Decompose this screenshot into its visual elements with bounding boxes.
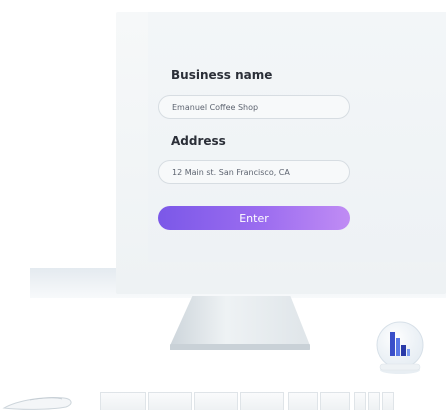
mouse-icon [2, 397, 72, 410]
address-field[interactable]: 12 Main st. San Francisco, CA [158, 160, 350, 184]
monitor-stand-base [170, 344, 310, 350]
business-name-field[interactable]: Emanuel Coffee Shop [158, 95, 350, 119]
desktop-scene: Business name Emanuel Coffee Shop Addres… [0, 0, 446, 410]
bar-chart-globe-icon [376, 321, 424, 374]
keyboard-key [148, 392, 192, 410]
keyboard-key [100, 392, 146, 410]
keyboard-key [382, 392, 394, 410]
enter-button[interactable]: Enter [158, 206, 350, 230]
keyboard-icon [100, 392, 400, 410]
keyboard-key [354, 392, 366, 410]
keyboard-key [194, 392, 238, 410]
address-label: Address [171, 134, 226, 148]
monitor-stand [170, 296, 310, 350]
keyboard-key [368, 392, 380, 410]
keyboard-key [288, 392, 318, 410]
business-name-label: Business name [171, 68, 273, 82]
keyboard-key [320, 392, 350, 410]
keyboard-key [240, 392, 284, 410]
